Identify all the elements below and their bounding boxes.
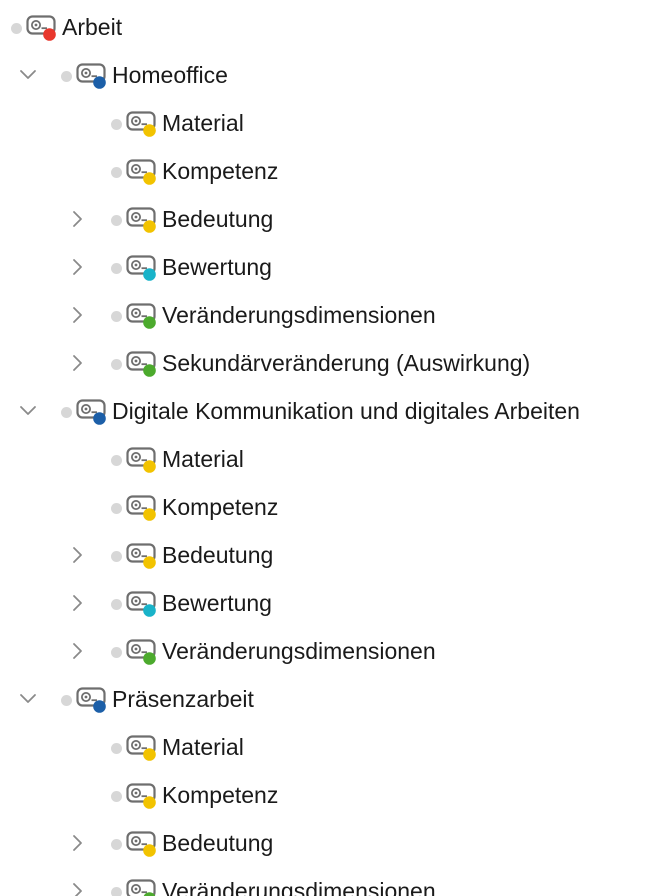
code-icon (126, 302, 160, 330)
code-icon (126, 446, 160, 474)
code-icon (126, 254, 160, 282)
chevron-right-icon[interactable] (68, 641, 88, 661)
tree-item-material[interactable]: Material (0, 99, 664, 147)
tree-item-label: Präsenzarbeit (112, 686, 254, 712)
status-dot-icon (111, 263, 122, 274)
code-icon (126, 494, 160, 522)
code-icon (76, 62, 110, 90)
code-icon (126, 782, 160, 810)
status-dot-icon (111, 887, 122, 896)
tree-item-veraenderungsdimensionen[interactable]: Veränderungsdimensionen (0, 867, 664, 896)
tree-item-sekundaerveraenderung-auswirkung[interactable]: Sekundärveränderung (Auswirkung) (0, 339, 664, 387)
status-dot-icon (111, 215, 122, 226)
chevron-down-icon[interactable] (18, 689, 38, 709)
tree-item-kompetenz[interactable]: Kompetenz (0, 771, 664, 819)
tree-item-label: Material (162, 734, 244, 760)
status-dot-icon (11, 23, 22, 34)
chevron-right-icon[interactable] (68, 257, 88, 277)
status-dot-icon (111, 647, 122, 658)
tree-item-label: Veränderungsdimensionen (162, 638, 436, 664)
code-icon (76, 398, 110, 426)
code-icon (126, 590, 160, 618)
tree-item-label: Bedeutung (162, 542, 274, 568)
tree-item-bedeutung[interactable]: Bedeutung (0, 195, 664, 243)
tree-item-label: Bedeutung (162, 206, 274, 232)
chevron-right-icon[interactable] (68, 353, 88, 373)
code-tree: Arbeit Homeoffice Material Kompetenz Bedeutu… (0, 0, 664, 896)
status-dot-icon (111, 167, 122, 178)
tree-item-digitale-kommunikation-und-digitales-arbeiten[interactable]: Digitale Kommunikation und digitales Arb… (0, 387, 664, 435)
status-dot-icon (61, 71, 72, 82)
code-icon (126, 542, 160, 570)
tree-item-bedeutung[interactable]: Bedeutung (0, 819, 664, 867)
tree-item-kompetenz[interactable]: Kompetenz (0, 147, 664, 195)
tree-item-label: Bedeutung (162, 830, 274, 856)
chevron-down-icon[interactable] (18, 65, 38, 85)
status-dot-icon (111, 551, 122, 562)
tree-item-label: Bewertung (162, 590, 272, 616)
chevron-down-icon[interactable] (18, 401, 38, 421)
tree-item-material[interactable]: Material (0, 435, 664, 483)
tree-item-label: Material (162, 110, 244, 136)
tree-item-homeoffice[interactable]: Homeoffice (0, 51, 664, 99)
tree-item-arbeit[interactable]: Arbeit (0, 3, 664, 51)
chevron-right-icon[interactable] (68, 305, 88, 325)
code-icon (126, 206, 160, 234)
code-icon (126, 350, 160, 378)
code-icon (126, 638, 160, 666)
chevron-right-icon[interactable] (68, 833, 88, 853)
code-icon (126, 110, 160, 138)
tree-item-bedeutung[interactable]: Bedeutung (0, 531, 664, 579)
tree-item-label: Kompetenz (162, 494, 279, 520)
tree-item-veraenderungsdimensionen[interactable]: Veränderungsdimensionen (0, 627, 664, 675)
tree-item-label: Bewertung (162, 254, 272, 280)
tree-item-material[interactable]: Material (0, 723, 664, 771)
code-icon (126, 158, 160, 186)
status-dot-icon (111, 455, 122, 466)
status-dot-icon (61, 695, 72, 706)
status-dot-icon (111, 743, 122, 754)
status-dot-icon (111, 311, 122, 322)
tree-item-label: Kompetenz (162, 782, 279, 808)
code-icon (126, 830, 160, 858)
tree-item-label: Digitale Kommunikation und digitales Arb… (112, 398, 580, 424)
status-dot-icon (111, 503, 122, 514)
tree-item-bewertung[interactable]: Bewertung (0, 243, 664, 291)
tree-item-praesenzarbeit[interactable]: Präsenzarbeit (0, 675, 664, 723)
chevron-right-icon[interactable] (68, 545, 88, 565)
status-dot-icon (61, 407, 72, 418)
tree-item-label: Arbeit (62, 14, 123, 40)
tree-item-label: Homeoffice (112, 62, 228, 88)
tree-item-veraenderungsdimensionen[interactable]: Veränderungsdimensionen (0, 291, 664, 339)
tree-item-label: Material (162, 446, 244, 472)
tree-item-label: Veränderungsdimensionen (162, 302, 436, 328)
chevron-right-icon[interactable] (68, 593, 88, 613)
tree-item-label: Kompetenz (162, 158, 279, 184)
code-icon (76, 686, 110, 714)
status-dot-icon (111, 359, 122, 370)
chevron-right-icon[interactable] (68, 209, 88, 229)
chevron-right-icon[interactable] (68, 881, 88, 896)
status-dot-icon (111, 119, 122, 130)
tree-item-kompetenz[interactable]: Kompetenz (0, 483, 664, 531)
tree-item-label: Veränderungsdimensionen (162, 878, 436, 896)
tree-item-bewertung[interactable]: Bewertung (0, 579, 664, 627)
status-dot-icon (111, 791, 122, 802)
tree-item-label: Sekundärveränderung (Auswirkung) (162, 350, 531, 376)
status-dot-icon (111, 839, 122, 850)
status-dot-icon (111, 599, 122, 610)
code-icon (126, 734, 160, 762)
code-icon (26, 14, 60, 42)
code-icon (126, 878, 160, 896)
